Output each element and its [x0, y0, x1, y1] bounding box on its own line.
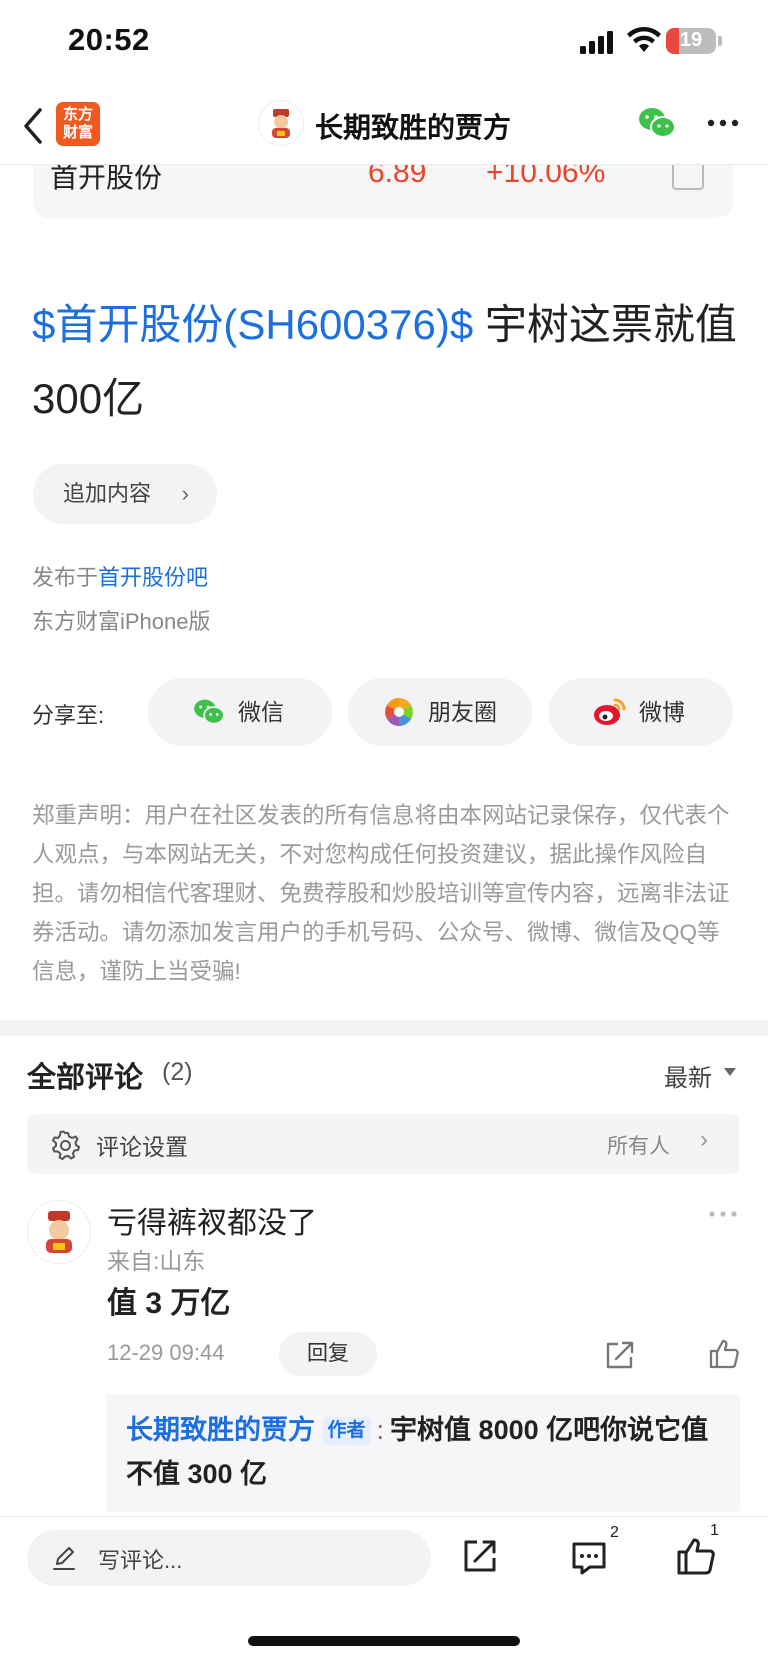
home-indicator[interactable]: [248, 1636, 520, 1646]
gear-icon: [52, 1130, 80, 1160]
share-moments-button[interactable]: 朋友圈: [348, 678, 532, 746]
share-wechat-button[interactable]: 微信: [148, 678, 332, 746]
share-wechat-label: 微信: [238, 699, 284, 725]
reply-colon: :: [376, 1415, 385, 1445]
comment-icon[interactable]: [570, 1540, 608, 1576]
reply-button[interactable]: 回复: [279, 1332, 377, 1376]
disclaimer-text: 郑重声明：用户在社区发表的所有信息将由本网站记录保存，仅代表个人观点，与本网站无…: [32, 803, 730, 984]
share-label: 分享至:: [32, 703, 105, 728]
comment-username[interactable]: 亏得裤衩都没了: [107, 1198, 317, 1242]
comment-count-badge: 2: [610, 1524, 619, 1541]
pen-icon: [53, 1547, 75, 1570]
comment-time: 12-29 09:44: [107, 1340, 225, 1365]
add-content-label: 追加内容: [63, 481, 152, 506]
write-comment-input[interactable]: [27, 1530, 431, 1586]
published-in: 发布于首开股份吧: [32, 560, 208, 592]
page-title: 长期致胜的贾方: [315, 112, 512, 143]
more-icon[interactable]: [706, 112, 740, 134]
chevron-right-icon: ›: [181, 481, 189, 506]
client-source: 东方财富iPhone版: [32, 609, 211, 634]
comments-title: 全部评论: [27, 1062, 144, 1094]
weibo-icon: [594, 698, 626, 725]
chevron-left-icon[interactable]: [20, 106, 46, 146]
reply-content: 长期致胜的贾方 作者: 宇树值 8000 亿吧你说它值不值 300 亿: [126, 1408, 726, 1496]
chevron-right-icon: ›: [700, 1126, 708, 1153]
battery-level: 19: [679, 29, 703, 51]
comment-settings-label: 评论设置: [96, 1134, 188, 1160]
battery-nub: [718, 36, 722, 46]
avatar[interactable]: [27, 1200, 91, 1264]
comment-settings-value: 所有人: [607, 1135, 670, 1158]
wifi-icon: [627, 26, 661, 52]
share-icon[interactable]: [462, 1538, 498, 1574]
add-content-button[interactable]: 追加内容 ›: [33, 464, 217, 524]
cellular-signal-icon: [580, 30, 614, 54]
battery-icon: 19: [666, 28, 716, 54]
thumbs-up-icon[interactable]: [676, 1536, 716, 1576]
comment-text: 值 3 万亿: [107, 1287, 231, 1320]
wechat-icon: [194, 699, 225, 725]
post-content: $首开股份(SH600376)$ 宇树这票就值300亿: [32, 288, 742, 436]
share-weibo-button[interactable]: 微博: [549, 678, 733, 746]
forum-link[interactable]: 首开股份吧: [98, 565, 208, 590]
author-avatar[interactable]: [258, 100, 304, 146]
sort-dropdown[interactable]: 最新: [664, 1058, 712, 1093]
app-logo[interactable]: 东方 财富: [56, 102, 100, 146]
comment-location: 来自:山东: [107, 1248, 206, 1274]
moments-icon: [385, 698, 413, 726]
like-count-badge: 1: [710, 1522, 719, 1539]
comments-count: (2): [162, 1058, 193, 1086]
section-divider: [0, 1020, 768, 1036]
stock-link[interactable]: $首开股份(SH600376)$: [32, 301, 473, 348]
status-time: 20:52: [68, 22, 150, 57]
caret-down-icon[interactable]: [724, 1068, 736, 1076]
share-moments-label: 朋友圈: [428, 699, 497, 725]
reply-username[interactable]: 长期致胜的贾方: [126, 1415, 315, 1445]
write-comment-placeholder: 写评论...: [98, 1548, 183, 1573]
thumbs-up-icon[interactable]: [708, 1338, 740, 1370]
share-weibo-label: 微博: [639, 699, 685, 725]
published-prefix: 发布于: [32, 565, 99, 590]
author-badge: 作者: [322, 1417, 371, 1445]
more-icon[interactable]: [708, 1208, 738, 1220]
wechat-icon[interactable]: [638, 106, 676, 140]
share-icon[interactable]: [604, 1340, 636, 1370]
